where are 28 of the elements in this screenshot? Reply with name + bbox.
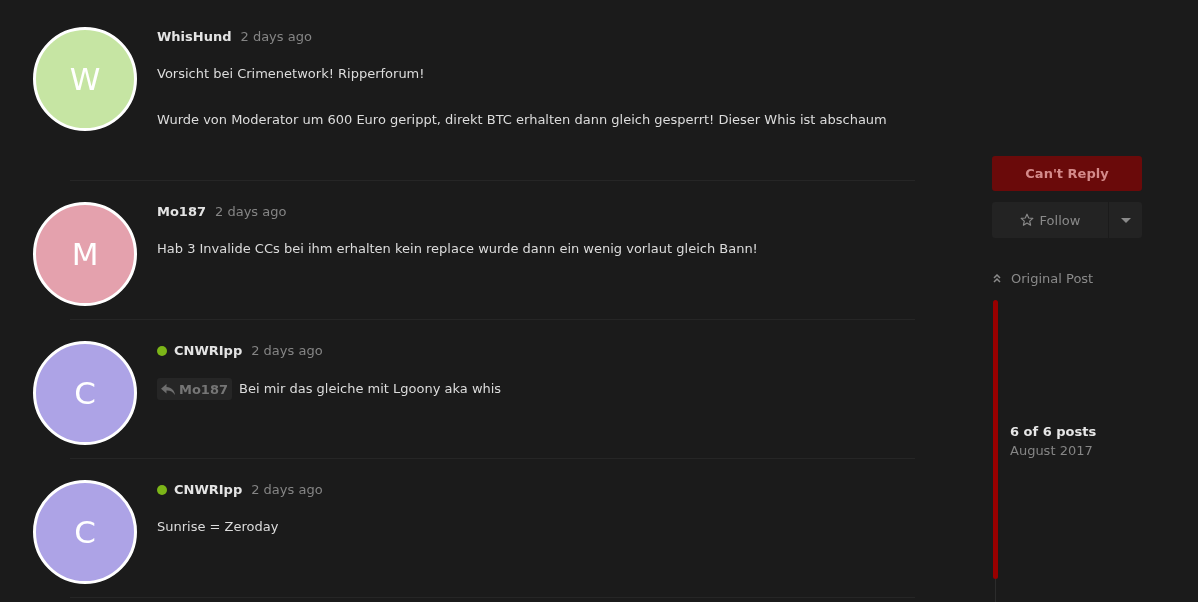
- post-time[interactable]: 2 days ago: [240, 27, 312, 47]
- post-time[interactable]: 2 days ago: [215, 202, 287, 222]
- post-position: 6 of 6 posts: [1010, 423, 1097, 441]
- original-post-link[interactable]: Original Post: [992, 268, 1094, 288]
- username[interactable]: Mo187: [157, 202, 206, 222]
- post-time[interactable]: 2 days ago: [251, 341, 323, 361]
- scrubber-handle[interactable]: [992, 300, 998, 579]
- reply-mention-link[interactable]: Mo187: [157, 378, 232, 400]
- reply-arrow-icon: [161, 383, 175, 395]
- post-text: Hab 3 Invalide CCs bei ihm erhalten kein replace wurde dann ein wenig vorlaut gleich Bann!: [157, 240, 759, 258]
- follow-button[interactable]: Follow: [992, 202, 1108, 238]
- user-avatar: M: [33, 202, 137, 306]
- caret-icon: [1120, 217, 1131, 223]
- username[interactable]: CNWRIpp: [174, 480, 243, 500]
- username[interactable]: WhisHund: [157, 27, 232, 47]
- user-avatar: C: [33, 341, 137, 445]
- star-icon: [1019, 213, 1034, 227]
- post-text: Vorsicht bei Crimenetwork! Ripperforum!: [157, 65, 426, 83]
- post-text: Sunrise = Zeroday: [157, 518, 280, 536]
- username[interactable]: CNWRIpp: [174, 341, 243, 361]
- user-avatar: C: [33, 480, 137, 584]
- post-date: August 2017: [1010, 442, 1094, 460]
- double-chevron-up-icon: [993, 273, 1001, 283]
- post-time[interactable]: 2 days ago: [251, 480, 323, 500]
- post-text: Wurde von Moderator um 600 Euro gerippt, direkt BTC erhalten dann gleich gesperrt! Dieser Whis ist abschaum: [157, 111, 888, 129]
- dropdown-button[interactable]: [1109, 202, 1142, 238]
- post-text: Bei mir das gleiche mit Lgoony aka whis: [239, 380, 502, 398]
- user-avatar: W: [33, 27, 137, 131]
